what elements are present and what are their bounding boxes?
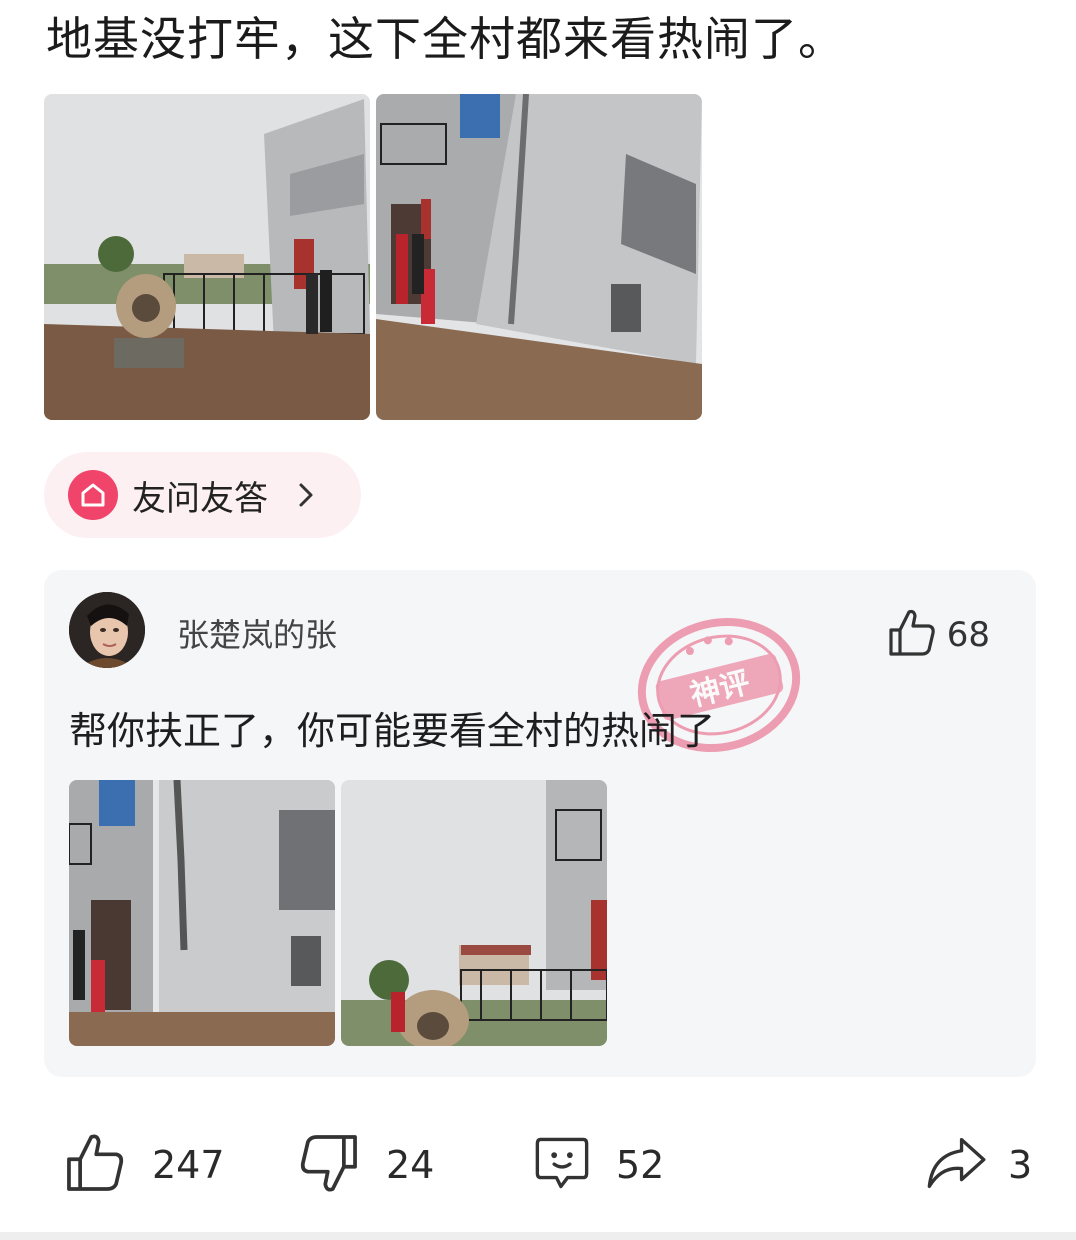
qa-label: 友问友答	[132, 478, 268, 519]
comment-bubble-icon	[534, 1135, 590, 1195]
post-share-count: 3	[1008, 1143, 1033, 1187]
comment-like-button[interactable]: 68	[887, 608, 990, 662]
post-like-button[interactable]: 247	[64, 1120, 225, 1210]
comment-username[interactable]: 张楚岚的张	[177, 610, 337, 656]
post-title: 地基没打牢，这下全村都来看热闹了。	[46, 12, 845, 66]
share-arrow-icon	[926, 1135, 986, 1195]
avatar[interactable]	[69, 592, 145, 668]
straightened-building-photo	[69, 780, 335, 1046]
post-action-bar: 247 24 52 3	[0, 1120, 1076, 1210]
tilted-building-photo	[376, 94, 702, 420]
chevron-right-icon	[298, 482, 314, 508]
post-image-2[interactable]	[376, 94, 702, 420]
thumb-up-icon	[64, 1132, 126, 1198]
post-comment-button[interactable]: 52	[534, 1120, 664, 1210]
post-share-button[interactable]: 3	[926, 1120, 1032, 1210]
tilted-house-photo	[44, 94, 370, 420]
thumb-up-icon	[887, 608, 937, 662]
mixer-scene-photo	[341, 780, 607, 1046]
post-like-count: 247	[152, 1143, 225, 1187]
divider	[0, 1232, 1076, 1240]
post-image-1[interactable]	[44, 94, 370, 420]
qa-entry-button[interactable]: 友问友答	[44, 452, 361, 538]
top-comment-card[interactable]: 张楚岚的张 神评 68 帮你扶正了，你可能要看全村的热闹了	[44, 570, 1036, 1077]
post-dislike-count: 24	[386, 1143, 435, 1187]
comment-like-count: 68	[946, 615, 990, 655]
comment-text: 帮你扶正了，你可能要看全村的热闹了	[69, 709, 716, 753]
house-icon	[68, 470, 118, 520]
comment-image-2[interactable]	[341, 780, 607, 1046]
thumb-down-icon	[298, 1132, 360, 1198]
comment-image-1[interactable]	[69, 780, 335, 1046]
post-comment-count: 52	[616, 1143, 665, 1187]
post-dislike-button[interactable]: 24	[298, 1120, 434, 1210]
